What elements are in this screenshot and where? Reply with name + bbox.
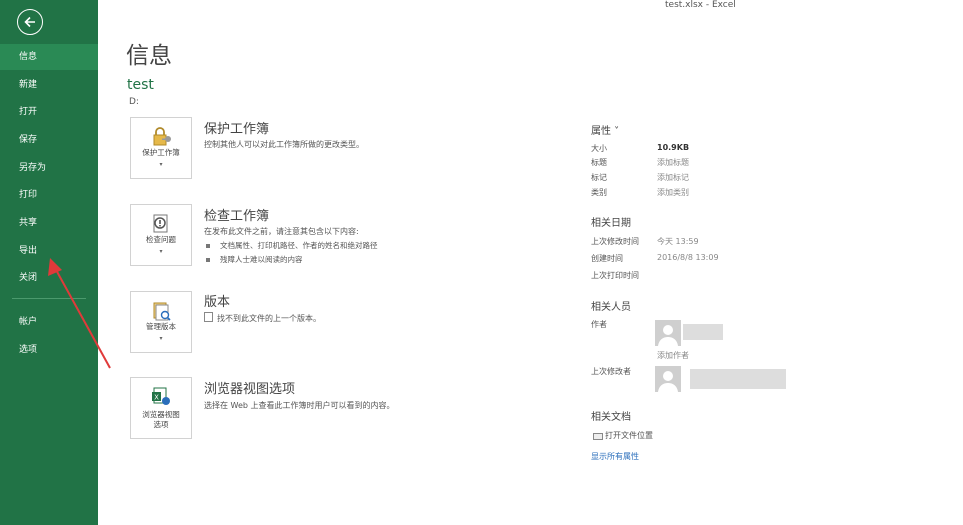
annotation-arrow-icon	[48, 258, 111, 369]
